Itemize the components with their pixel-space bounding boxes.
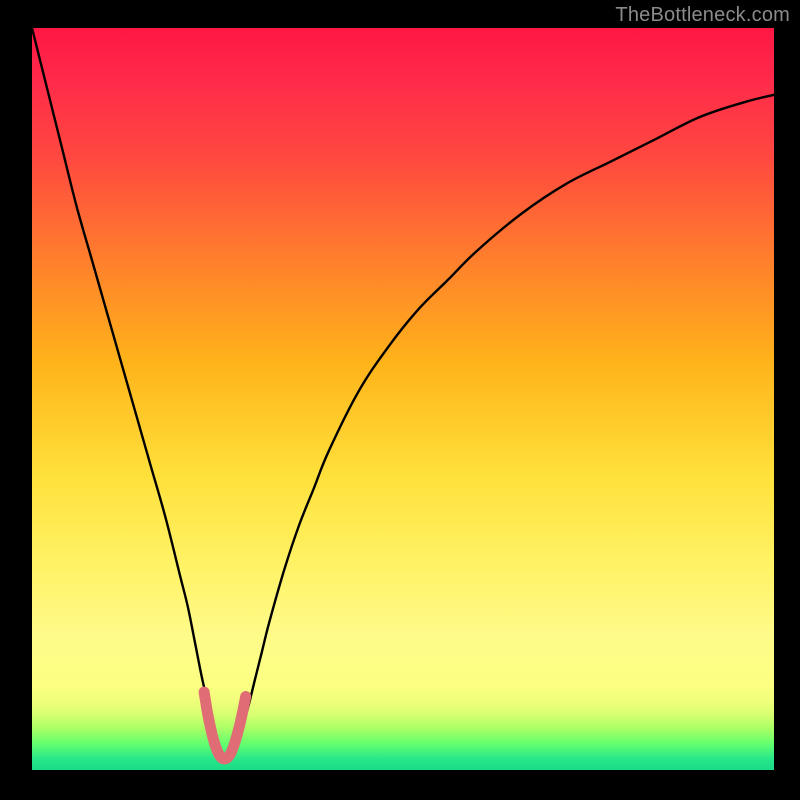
chart-stage: TheBottleneck.com xyxy=(0,0,800,800)
curve-layer xyxy=(32,28,774,770)
plot-area xyxy=(32,28,774,770)
bottleneck-curve xyxy=(32,28,774,755)
valley-highlight xyxy=(204,692,246,759)
watermark-text: TheBottleneck.com xyxy=(615,4,790,27)
